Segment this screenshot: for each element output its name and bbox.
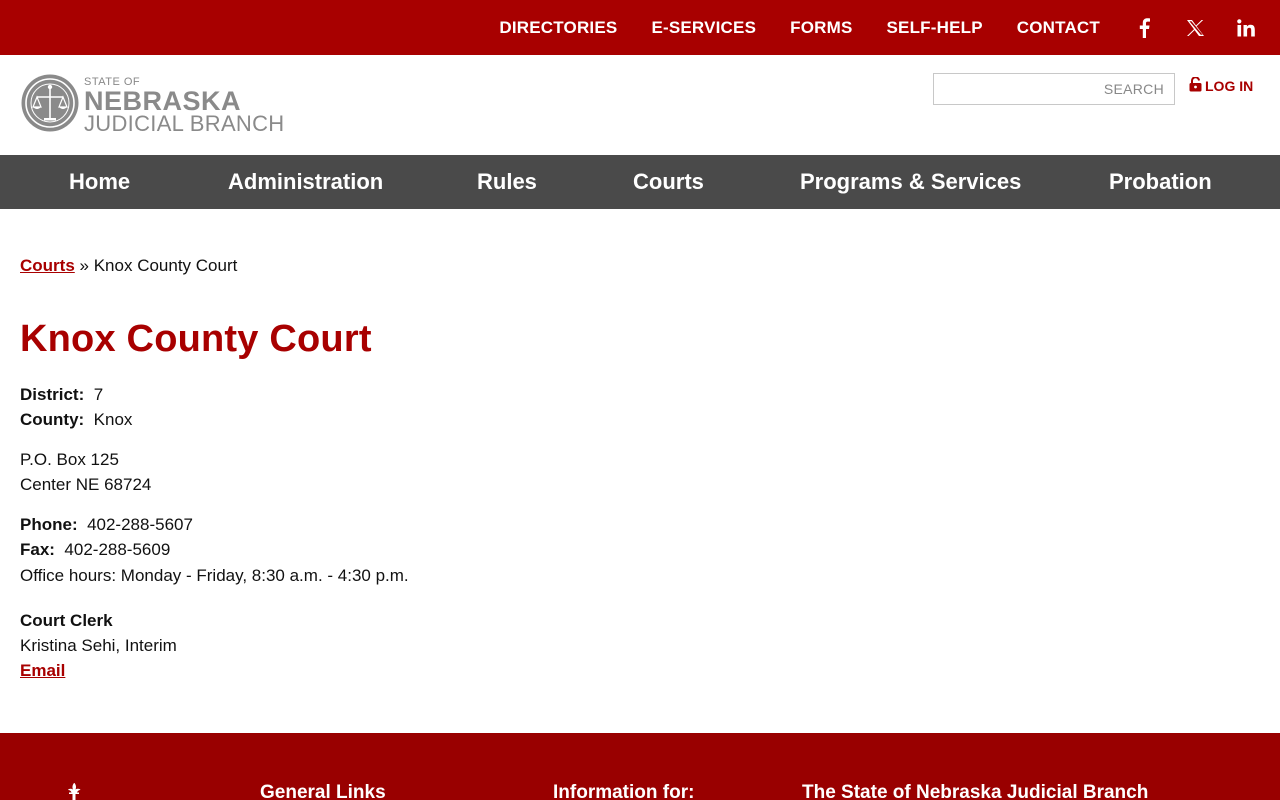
district-row: District: 7	[20, 382, 132, 407]
address-line1: P.O. Box 125	[20, 450, 119, 469]
top-utility-bar: DIRECTORIES E-SERVICES FORMS SELF-HELP C…	[0, 0, 1280, 55]
fleur-icon	[62, 783, 86, 800]
county-label: County:	[20, 410, 85, 429]
breadcrumb: Courts » Knox County Court	[20, 256, 237, 276]
footer-information-for-heading: Information for:	[553, 782, 695, 800]
facebook-icon[interactable]	[1134, 16, 1154, 40]
nebraska-judicial-logo[interactable]: STATE OF NEBRASKA JUDICIAL BRANCH	[20, 73, 285, 138]
x-icon[interactable]	[1185, 16, 1205, 40]
phone-value: 402-288-5607	[87, 515, 193, 534]
contact-block: Phone: 402-288-5607 Fax: 402-288-5609 Of…	[20, 512, 409, 588]
nav-e-services[interactable]: E-SERVICES	[651, 18, 756, 38]
fax-label: Fax:	[20, 540, 55, 559]
district-value: 7	[93, 385, 104, 404]
site-header: STATE OF NEBRASKA JUDICIAL BRANCH LOG IN	[0, 55, 1280, 155]
login-label: LOG IN	[1205, 78, 1254, 94]
mainnav-courts[interactable]: Courts	[633, 169, 704, 195]
county-row: County: Knox	[20, 407, 132, 432]
clerk-heading: Court Clerk	[20, 611, 113, 630]
main-nav: Home Administration Rules Courts Program…	[0, 155, 1280, 209]
footer-state-judicial-heading: The State of Nebraska Judicial Branch	[802, 782, 1149, 800]
linkedin-icon[interactable]	[1236, 16, 1256, 40]
phone-label: Phone:	[20, 515, 78, 534]
clerk-block: Court Clerk Kristina Sehi, Interim Email	[20, 608, 177, 683]
site-footer: General Links Information for: The State…	[0, 733, 1280, 800]
district-label: District:	[20, 385, 85, 404]
mainnav-home[interactable]: Home	[69, 169, 130, 195]
footer-general-links-heading: General Links	[260, 782, 386, 800]
office-hours: Office hours: Monday - Friday, 8:30 a.m.…	[20, 566, 409, 585]
mainnav-probation[interactable]: Probation	[1109, 169, 1212, 195]
logo-judicial-branch: JUDICIAL BRANCH	[84, 110, 285, 136]
clerk-name: Kristina Sehi, Interim	[20, 636, 177, 655]
search-input[interactable]	[933, 73, 1175, 105]
fax-value: 402-288-5609	[64, 540, 171, 559]
nav-self-help[interactable]: SELF-HELP	[887, 18, 983, 38]
nav-contact[interactable]: CONTACT	[1017, 18, 1100, 38]
address-block: P.O. Box 125 Center NE 68724	[20, 447, 151, 497]
breadcrumb-current: Knox County Court	[93, 256, 238, 275]
mainnav-rules[interactable]: Rules	[477, 169, 537, 195]
district-county-block: District: 7 County: Knox	[20, 382, 132, 432]
breadcrumb-separator: »	[79, 256, 89, 275]
mainnav-programs-services[interactable]: Programs & Services	[800, 169, 1021, 195]
phone-row: Phone: 402-288-5607	[20, 512, 409, 537]
nav-forms[interactable]: FORMS	[790, 18, 852, 38]
login-link[interactable]: LOG IN	[1189, 76, 1254, 95]
nav-directories[interactable]: DIRECTORIES	[499, 18, 617, 38]
page-title: Knox County Court	[20, 318, 372, 360]
mainnav-administration[interactable]: Administration	[228, 169, 383, 195]
social-links	[1134, 16, 1256, 40]
utility-nav: DIRECTORIES E-SERVICES FORMS SELF-HELP C…	[499, 0, 1280, 55]
fax-row: Fax: 402-288-5609	[20, 537, 409, 562]
clerk-email-link[interactable]: Email	[20, 661, 65, 680]
logo-wordmark: STATE OF NEBRASKA JUDICIAL BRANCH	[84, 76, 285, 136]
seal-icon	[20, 73, 80, 138]
county-value: Knox	[93, 410, 133, 429]
breadcrumb-courts-link[interactable]: Courts	[20, 256, 75, 275]
unlock-icon	[1189, 76, 1205, 95]
address-line2: Center NE 68724	[20, 475, 152, 494]
